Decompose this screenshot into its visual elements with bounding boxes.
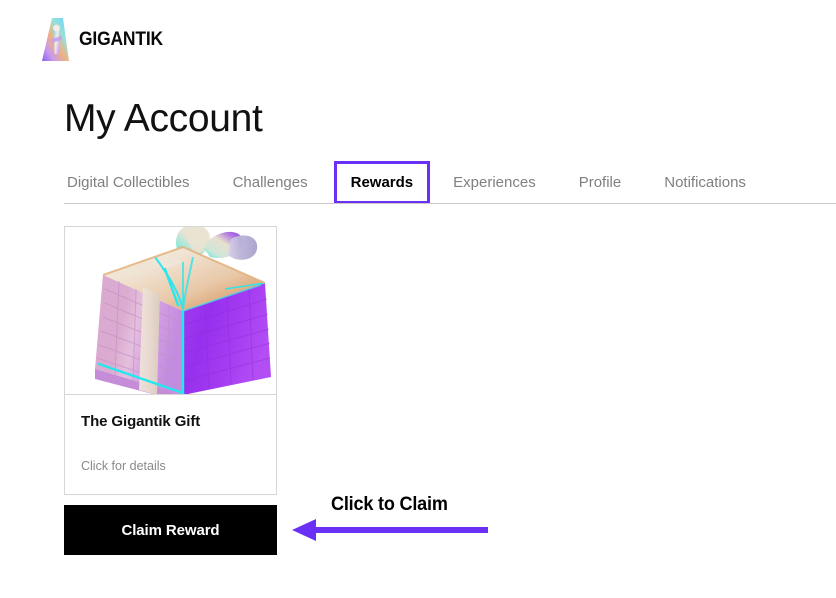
page-title: My Account xyxy=(64,97,263,140)
claim-reward-button[interactable]: Claim Reward xyxy=(64,505,277,555)
reward-card-subtitle: Click for details xyxy=(81,459,166,473)
brand-name: GIGANTIK xyxy=(79,29,163,50)
tabs-divider xyxy=(64,203,836,204)
reward-card[interactable]: The Gigantik Gift Click for details xyxy=(64,226,277,495)
tab-experiences[interactable]: Experiences xyxy=(450,161,539,204)
reward-card-image xyxy=(65,227,276,395)
gigantik-logo-icon xyxy=(40,17,70,63)
tab-digital-collectibles[interactable]: Digital Collectibles xyxy=(64,161,193,204)
tab-profile[interactable]: Profile xyxy=(576,161,625,204)
tab-notifications[interactable]: Notifications xyxy=(661,161,749,204)
brand-logo[interactable]: GIGANTIK xyxy=(40,16,170,64)
reward-card-body: The Gigantik Gift Click for details xyxy=(65,395,276,473)
tab-rewards[interactable]: Rewards xyxy=(333,161,431,204)
reward-card-title: The Gigantik Gift xyxy=(81,413,201,430)
tab-challenges[interactable]: Challenges xyxy=(230,161,311,204)
annotation-arrow-icon xyxy=(290,516,488,544)
annotation-label: Click to Claim xyxy=(331,494,448,515)
account-tabs: Digital Collectibles Challenges Rewards … xyxy=(64,161,836,204)
